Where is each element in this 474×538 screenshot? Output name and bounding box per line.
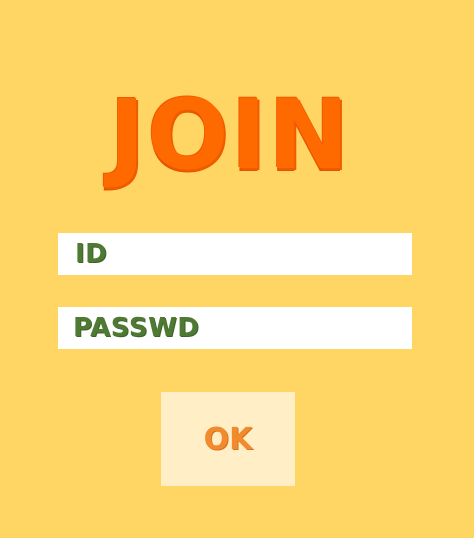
ok-button-label: OK: [203, 421, 253, 457]
password-field[interactable]: PASSWD: [58, 307, 412, 349]
id-field-label: ID: [75, 239, 108, 269]
id-field[interactable]: ID: [58, 233, 412, 275]
password-field-label: PASSWD: [73, 313, 200, 343]
page-title: JOIN: [109, 79, 351, 191]
ok-button[interactable]: OK: [161, 392, 295, 486]
